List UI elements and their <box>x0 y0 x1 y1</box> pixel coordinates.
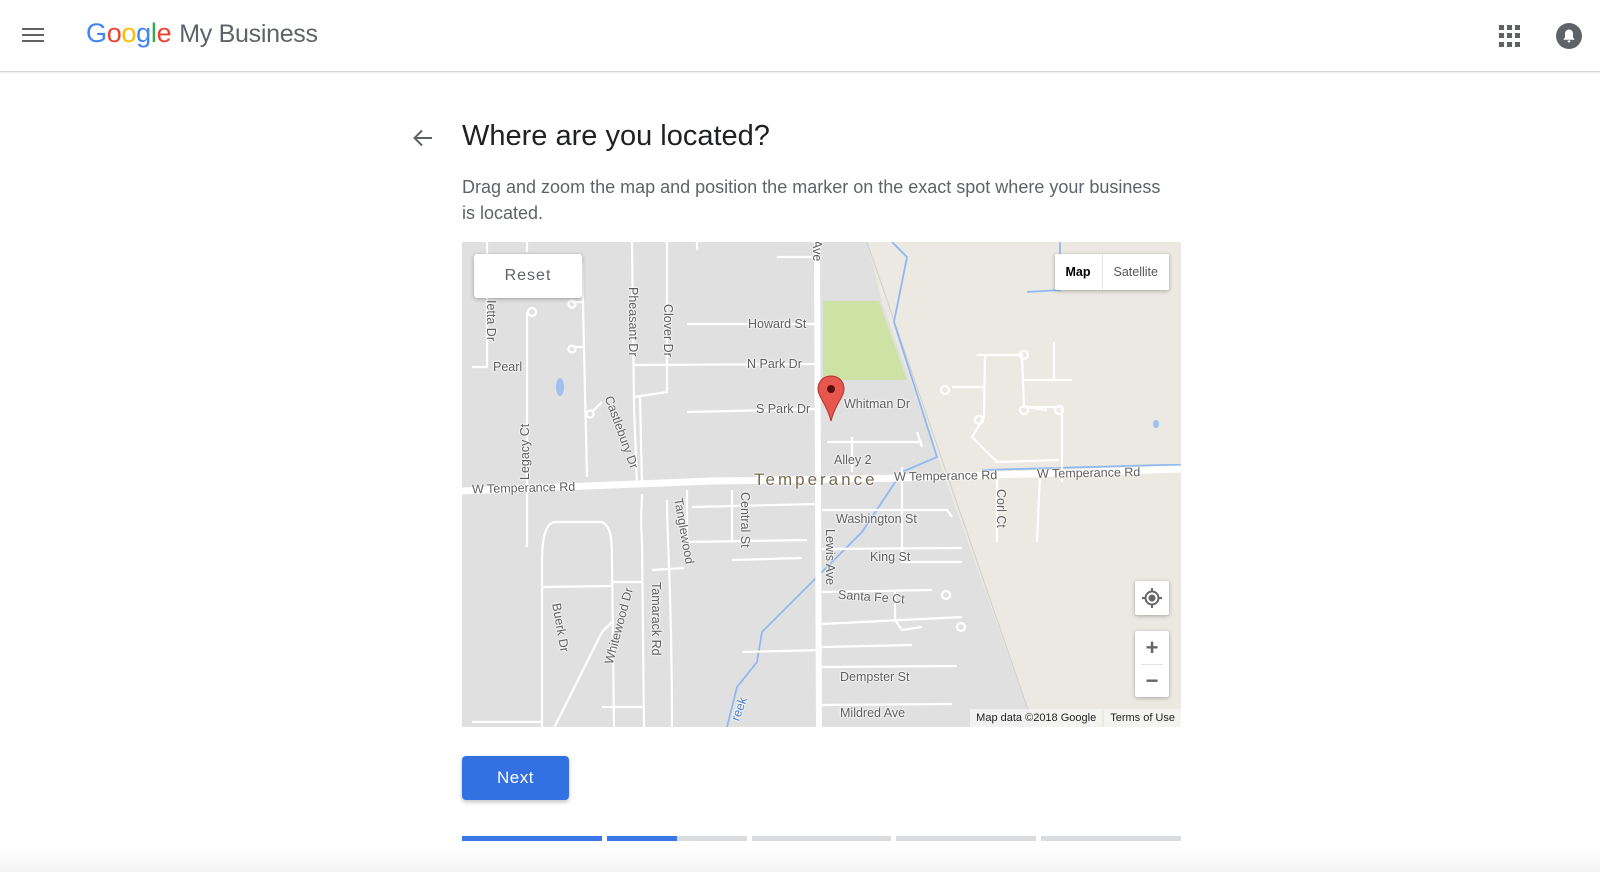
bell-icon <box>1563 29 1575 43</box>
notifications-button[interactable] <box>1556 23 1582 49</box>
street-label: Ietta Dr <box>484 300 498 341</box>
street-label: King St <box>870 550 911 564</box>
reset-map-button[interactable]: Reset <box>474 254 582 298</box>
app-header: Google My Business <box>0 0 1600 72</box>
street-label: W Temperance Rd <box>1036 465 1141 481</box>
apps-grid-icon[interactable] <box>1499 25 1521 47</box>
location-map[interactable]: Howard St N Park Dr S Park Dr Whitman Dr… <box>462 242 1181 727</box>
my-location-icon <box>1142 588 1162 608</box>
map-type-control: Map Satellite <box>1054 254 1169 290</box>
street-label: Howard St <box>748 317 807 331</box>
street-label: W Temperance Rd <box>893 468 998 484</box>
street-label: Washington St <box>836 512 917 526</box>
step-progress <box>462 836 1181 841</box>
logo-letter: o <box>121 18 137 48</box>
page-description: Drag and zoom the map and position the m… <box>462 177 1161 223</box>
google-my-business-logo[interactable]: Google My Business <box>86 18 318 49</box>
footer-shadow <box>0 846 1600 872</box>
next-button[interactable]: Next <box>462 756 569 800</box>
street-label: Dempster St <box>840 670 910 684</box>
logo-letter: g <box>136 18 151 48</box>
logo-letter: G <box>86 18 107 48</box>
town-label: Temperance <box>754 470 878 489</box>
logo-letter: o <box>106 18 122 48</box>
progress-step <box>462 836 602 841</box>
map-data-credit: Map data ©2018 Google <box>970 709 1103 727</box>
street-label: Pheasant Dr <box>626 287 640 357</box>
progress-step <box>751 836 892 841</box>
map-type-map-button[interactable]: Map <box>1055 254 1103 290</box>
map-pin-icon <box>817 375 845 422</box>
street-label: Tamarack Rd <box>649 582 663 656</box>
zoom-control: + − <box>1135 631 1169 697</box>
terms-of-use-link[interactable]: Terms of Use <box>1104 709 1181 727</box>
product-name: My Business <box>179 20 318 48</box>
street-label: Corl Ct <box>994 489 1008 528</box>
street-label: S Park Dr <box>756 402 811 416</box>
street-label: Clover Dr <box>661 304 675 357</box>
map-type-satellite-button[interactable]: Satellite <box>1103 254 1169 290</box>
street-label: Mildred Ave <box>840 706 906 720</box>
my-location-button[interactable] <box>1135 581 1169 615</box>
street-label: Alley 2 <box>834 453 872 467</box>
page-title: Where are you located? <box>462 120 770 152</box>
street-label: Whitman Dr <box>844 397 910 411</box>
street-label: W Temperance Rd <box>471 479 576 497</box>
progress-step <box>896 836 1037 841</box>
back-button[interactable] <box>410 125 436 151</box>
progress-step <box>606 836 747 841</box>
map-attribution: Map data ©2018 Google Terms of Use <box>970 709 1181 727</box>
street-label: Lewis Ave <box>823 529 837 586</box>
logo-letter: e <box>156 18 172 48</box>
zoom-in-button[interactable]: + <box>1135 631 1169 664</box>
street-label: Legacy Ct <box>518 423 532 480</box>
street-label: Central St <box>738 492 752 548</box>
street-label: Ave <box>810 242 824 262</box>
rural-area <box>867 242 1181 727</box>
street-label: Pearl <box>493 360 523 374</box>
progress-step <box>1041 836 1181 841</box>
hamburger-menu-icon[interactable] <box>20 24 46 46</box>
street-label: N Park Dr <box>747 357 802 371</box>
zoom-out-button[interactable]: − <box>1135 664 1169 697</box>
arrow-back-icon <box>413 129 432 147</box>
